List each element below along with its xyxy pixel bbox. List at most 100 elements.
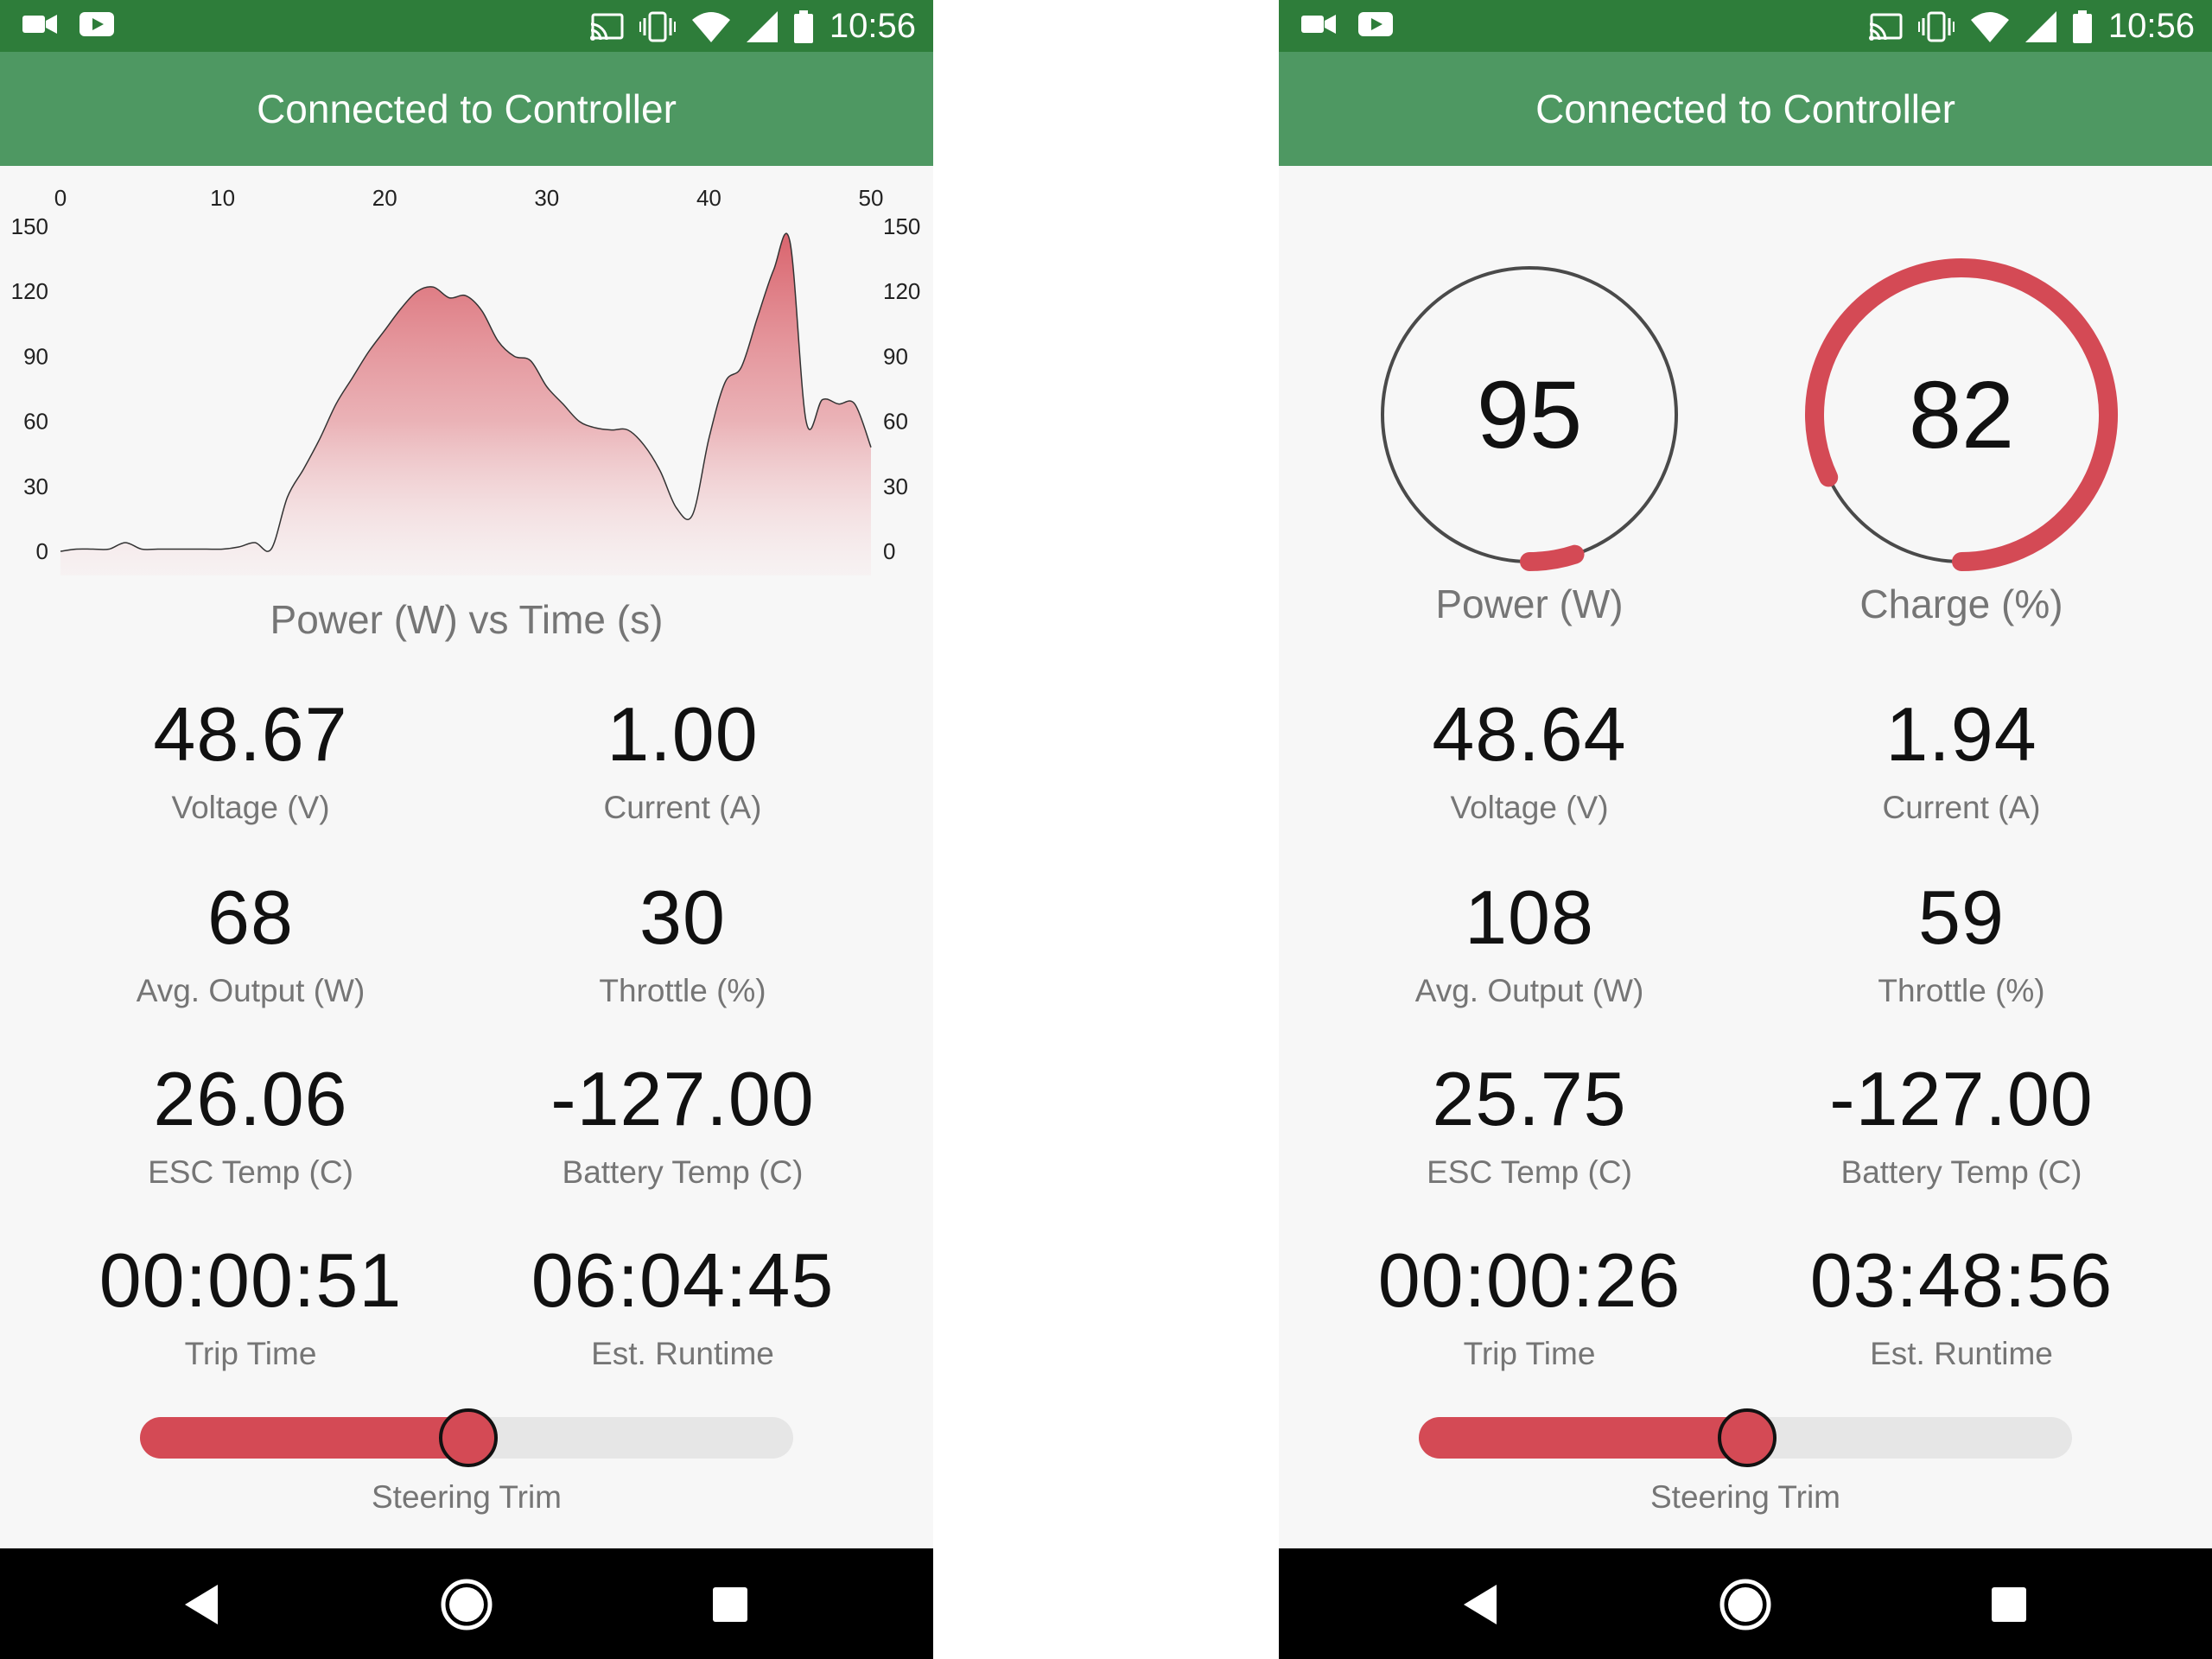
power-chart: 0 10 20 30 40 50 0 0 30 30 60 60 90 90 120 120 150 150 [0,173,933,588]
battery-icon [793,10,813,43]
x-tick-label: 20 [372,185,397,211]
avg-output-value: 68 [207,874,294,960]
power-area-fill [60,233,871,575]
y-tick-label-right: 120 [883,278,920,304]
avg-output-label: Avg. Output (W) [136,973,365,1008]
y-tick-label-right: 150 [883,213,920,239]
video-camera-icon [22,15,57,34]
battery-temp-stat: -127.00 Battery Temp (C) [1745,1056,2177,1192]
power-chart-svg: 0 10 20 30 40 50 0 0 30 30 60 60 90 90 120 120 150 150 [11,185,920,575]
battery-temp-label: Battery Temp (C) [1840,1154,2082,1190]
video-camera-icon [1301,15,1336,34]
steering-trim-slider[interactable] [1419,1408,2072,1467]
y-tick-label-left: 90 [23,343,48,369]
voltage-label: Voltage (V) [1450,790,1609,825]
navigation-bar [1279,1548,2212,1659]
y-tick-label-right: 90 [883,343,908,369]
home-icon[interactable] [436,1574,497,1635]
status-bar: × 10:56 [1279,0,2212,52]
trip-time-stat: 00:00:26 Trip Time [1313,1237,1745,1374]
vibrate-icon [1917,11,1955,41]
power-gauge: 95 Power (W) [1357,242,1702,626]
home-icon[interactable] [1715,1574,1776,1635]
x-tick-label: 40 [696,185,721,211]
wifi-icon: × [1970,11,2009,42]
app-header: Connected to Controller [1279,52,2212,166]
est-runtime-stat: 03:48:56 Est. Runtime [1745,1237,2177,1374]
voltage-value: 48.67 [153,691,348,777]
y-tick-label-left: 150 [11,213,48,239]
y-tick-label-right: 30 [883,474,908,499]
slider-thumb[interactable] [1718,1408,1777,1467]
cast-icon [1868,13,1903,41]
cast-icon [589,13,624,41]
current-value: 1.94 [1885,691,2037,777]
power-gauge-label: Power (W) [1435,582,1624,626]
recents-icon[interactable] [1979,1574,2039,1635]
x-tick-label: 50 [859,185,884,211]
slider-fill [140,1417,467,1459]
power-gauge-value: 95 [1477,362,1582,468]
y-tick-label-right: 60 [883,409,908,435]
chart-caption: Power (W) vs Time (s) [270,597,664,642]
wifi-icon: × [691,11,730,42]
throttle-stat: 59 Throttle (%) [1745,874,2177,1011]
est-runtime-label: Est. Runtime [591,1336,774,1371]
trip-time-stat: 00:00:51 Trip Time [35,1237,467,1374]
status-time: 10:56 [2107,7,2195,45]
back-icon[interactable] [173,1574,233,1635]
esc-temp-value: 25.75 [1432,1056,1627,1141]
voltage-stat: 48.67 Voltage (V) [35,691,467,828]
charge-gauge-svg: 82 [1805,258,2118,571]
phone-screen-chart: × 10:56 Connected to Controller 0 10 20 30 4… [0,0,933,1659]
battery-temp-label: Battery Temp (C) [562,1154,804,1190]
battery-temp-stat: -127.00 Battery Temp (C) [467,1056,899,1192]
cell-signal-icon [2024,10,2056,42]
avg-output-stat: 68 Avg. Output (W) [35,874,467,1011]
slider-thumb[interactable] [439,1408,498,1467]
est-runtime-label: Est. Runtime [1870,1336,2053,1371]
avg-output-value: 108 [1465,874,1594,960]
y-tick-label-right: 0 [883,538,895,564]
back-icon[interactable] [1452,1574,1512,1635]
x-tick-label: 0 [54,185,67,211]
steering-trim-slider[interactable] [140,1408,793,1467]
x-tick-label: 10 [210,185,235,211]
y-tick-label-left: 60 [23,409,48,435]
avg-output-label: Avg. Output (W) [1414,973,1644,1008]
est-runtime-value: 03:48:56 [1809,1237,2113,1323]
esc-temp-label: ESC Temp (C) [1427,1154,1632,1190]
y-tick-label-left: 120 [11,278,48,304]
navigation-bar [0,1548,933,1659]
throttle-stat: 30 Throttle (%) [467,874,899,1011]
current-label: Current (A) [1882,790,2041,825]
charge-gauge: 82 Charge (%) [1789,242,2134,626]
throttle-value: 59 [1918,874,2005,960]
power-gauge-svg: 95 [1381,266,1678,571]
svg-text:×: × [717,29,724,42]
trip-time-value: 00:00:51 [99,1237,403,1323]
current-value: 1.00 [607,691,759,777]
vibrate-icon [639,11,676,41]
charge-gauge-label: Charge (%) [1859,582,2063,626]
battery-temp-value: -127.00 [550,1056,815,1141]
est-runtime-stat: 06:04:45 Est. Runtime [467,1237,899,1374]
trip-time-label: Trip Time [184,1336,317,1371]
esc-temp-label: ESC Temp (C) [148,1154,353,1190]
avg-output-stat: 108 Avg. Output (W) [1313,874,1745,1011]
battery-icon [2072,10,2092,43]
trip-time-value: 00:00:26 [1377,1237,1681,1323]
status-bar: × 10:56 [0,0,933,52]
x-tick-label: 30 [534,185,559,211]
svg-text:×: × [1996,29,2003,42]
throttle-label: Throttle (%) [1878,973,2045,1008]
current-stat: 1.00 Current (A) [467,691,899,828]
youtube-icon [1358,12,1393,36]
voltage-value: 48.64 [1432,691,1627,777]
recents-icon[interactable] [700,1574,760,1635]
esc-temp-value: 26.06 [153,1056,348,1141]
voltage-stat: 48.64 Voltage (V) [1313,691,1745,828]
power-gauge-arc [1520,544,1585,571]
throttle-value: 30 [639,874,726,960]
y-tick-label-left: 30 [23,474,48,499]
